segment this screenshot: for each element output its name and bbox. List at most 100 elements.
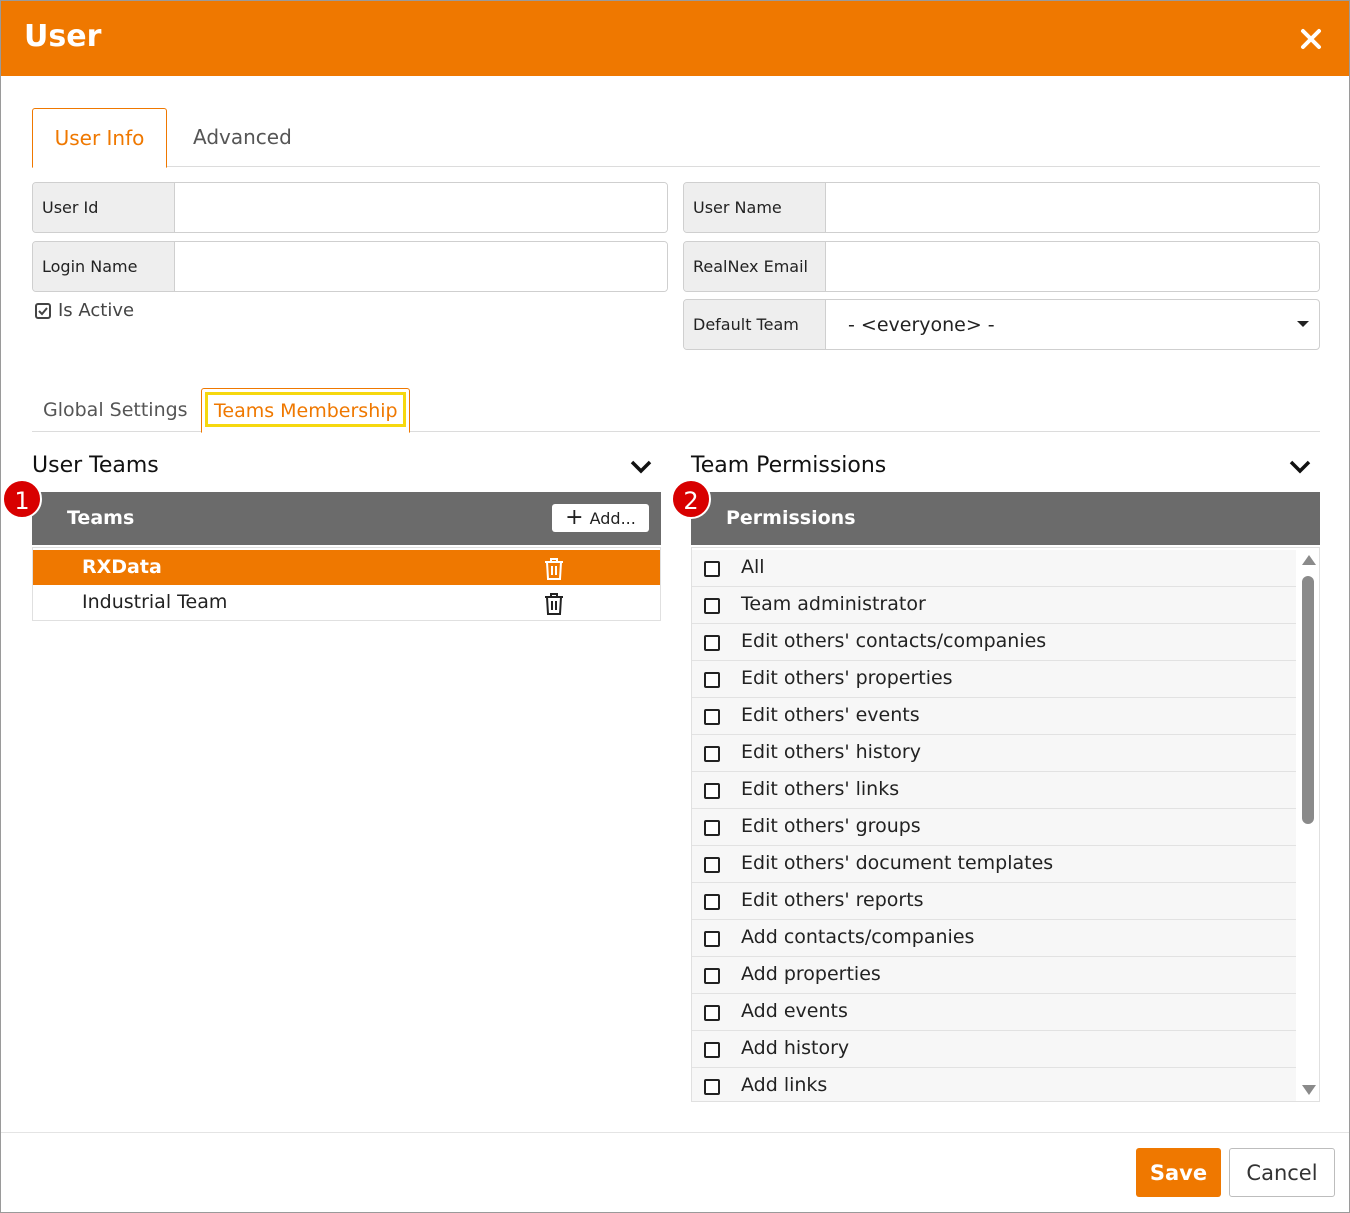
login-name-field: Login Name [32, 241, 668, 292]
permission-checkbox[interactable] [704, 1079, 720, 1095]
scroll-down-icon[interactable] [1302, 1085, 1316, 1095]
callout-badge-2: 2 [671, 479, 711, 519]
user-name-label: User Name [684, 183, 826, 232]
realnex-email-label: RealNex Email [684, 242, 826, 291]
permission-row[interactable]: Edit others' reports [692, 883, 1296, 920]
permission-row[interactable]: Team administrator [692, 587, 1296, 624]
user-teams-title: User Teams [32, 453, 159, 478]
add-team-button[interactable]: + Add... [552, 504, 649, 532]
permissions-column-header: Permissions [726, 507, 856, 529]
teams-grid-header: Teams + Add... [32, 492, 661, 545]
tab-advanced[interactable]: Advanced [193, 108, 292, 167]
permission-row[interactable]: Edit others' groups [692, 809, 1296, 846]
is-active-checkbox[interactable]: Is Active [35, 300, 134, 321]
login-name-input[interactable] [175, 242, 667, 291]
dialog-titlebar: User [1, 1, 1349, 76]
permission-label: Edit others' document templates [741, 852, 1054, 874]
tab-user-info[interactable]: User Info [32, 108, 167, 168]
realnex-email-field: RealNex Email [683, 241, 1320, 292]
permission-label: Edit others' events [741, 704, 920, 726]
permission-row[interactable]: Add properties [692, 957, 1296, 994]
trash-icon[interactable] [544, 557, 564, 581]
permission-row[interactable]: Edit others' events [692, 698, 1296, 735]
permission-label: Edit others' groups [741, 815, 921, 837]
permissions-grid-header: Permissions [691, 492, 1320, 545]
scroll-up-icon[interactable] [1302, 555, 1316, 565]
team-name: RXData [82, 556, 162, 578]
is-active-label: Is Active [58, 300, 135, 321]
permission-label: Add contacts/companies [741, 926, 975, 948]
permission-checkbox[interactable] [704, 1005, 720, 1021]
permission-label: Edit others' reports [741, 889, 924, 911]
permission-label: All [741, 556, 765, 578]
permission-row[interactable]: Add contacts/companies [692, 920, 1296, 957]
permission-checkbox[interactable] [704, 894, 720, 910]
permission-label: Add events [741, 1000, 848, 1022]
add-team-label: Add... [589, 508, 636, 528]
save-button[interactable]: Save [1136, 1148, 1221, 1197]
realnex-email-input[interactable] [826, 242, 1319, 291]
teams-column-header: Teams [67, 507, 135, 529]
tab-global-settings[interactable]: Global Settings [43, 399, 188, 421]
cancel-button[interactable]: Cancel [1229, 1148, 1335, 1197]
close-icon[interactable] [1297, 25, 1325, 53]
user-id-input[interactable] [175, 183, 667, 232]
permission-row[interactable]: Add history [692, 1031, 1296, 1068]
plus-icon: + [565, 505, 584, 530]
permission-label: Edit others' contacts/companies [741, 630, 1047, 652]
permission-row[interactable]: All [692, 550, 1296, 587]
permission-checkbox[interactable] [704, 783, 720, 799]
permission-checkbox[interactable] [704, 561, 720, 577]
permission-checkbox[interactable] [704, 968, 720, 984]
default-team-value: - <everyone> - [848, 313, 995, 336]
user-id-field: User Id [32, 182, 668, 233]
user-dialog: User User Info Advanced User Id User Nam… [0, 0, 1350, 1213]
tab-teams-membership[interactable]: Teams Membership [201, 388, 410, 433]
caret-down-icon [1297, 321, 1309, 327]
permission-checkbox[interactable] [704, 709, 720, 725]
permission-row[interactable]: Edit others' contacts/companies [692, 624, 1296, 661]
team-row-industrial[interactable]: Industrial Team [33, 585, 660, 620]
team-name: Industrial Team [82, 591, 228, 613]
user-name-input[interactable] [826, 183, 1319, 232]
default-team-label: Default Team [684, 300, 826, 349]
chevron-down-icon[interactable] [1289, 460, 1311, 474]
lower-tabs: Global Settings Teams Membership [32, 388, 1320, 433]
permission-row[interactable]: Add events [692, 994, 1296, 1031]
permission-label: Add links [741, 1074, 828, 1096]
permission-checkbox[interactable] [704, 931, 720, 947]
default-team-field: Default Team - <everyone> - [683, 299, 1320, 350]
permission-label: Add properties [741, 963, 881, 985]
tab-teams-membership-label: Teams Membership [205, 392, 406, 427]
permission-row[interactable]: Edit others' links [692, 772, 1296, 809]
permission-label: Edit others' history [741, 741, 921, 763]
permission-row[interactable]: Add links [692, 1068, 1296, 1101]
teams-list: RXData Industrial Team [32, 547, 661, 621]
permission-checkbox[interactable] [704, 857, 720, 873]
login-name-label: Login Name [33, 242, 175, 291]
user-id-label: User Id [33, 183, 175, 232]
chevron-down-icon[interactable] [630, 460, 652, 474]
permission-label: Edit others' properties [741, 667, 953, 689]
team-row-rxdata[interactable]: RXData [33, 550, 660, 585]
scroll-thumb[interactable] [1302, 576, 1314, 824]
user-name-field: User Name [683, 182, 1320, 233]
permission-row[interactable]: Edit others' document templates [692, 846, 1296, 883]
permission-checkbox[interactable] [704, 635, 720, 651]
permission-label: Edit others' links [741, 778, 900, 800]
permission-checkbox[interactable] [704, 1042, 720, 1058]
permissions-scrollbar[interactable] [1297, 548, 1319, 1101]
default-team-select[interactable]: - <everyone> - [826, 300, 1319, 349]
permission-checkbox[interactable] [704, 598, 720, 614]
permission-checkbox[interactable] [704, 672, 720, 688]
permission-row[interactable]: Edit others' history [692, 735, 1296, 772]
permission-checkbox[interactable] [704, 820, 720, 836]
permission-checkbox[interactable] [704, 746, 720, 762]
trash-icon[interactable] [544, 592, 564, 616]
permission-label: Team administrator [741, 593, 926, 615]
footer-divider [1, 1132, 1349, 1133]
permission-row[interactable]: Edit others' properties [692, 661, 1296, 698]
checked-box-icon [35, 302, 51, 319]
dialog-title: User [24, 19, 102, 54]
team-permissions-title: Team Permissions [691, 453, 887, 478]
